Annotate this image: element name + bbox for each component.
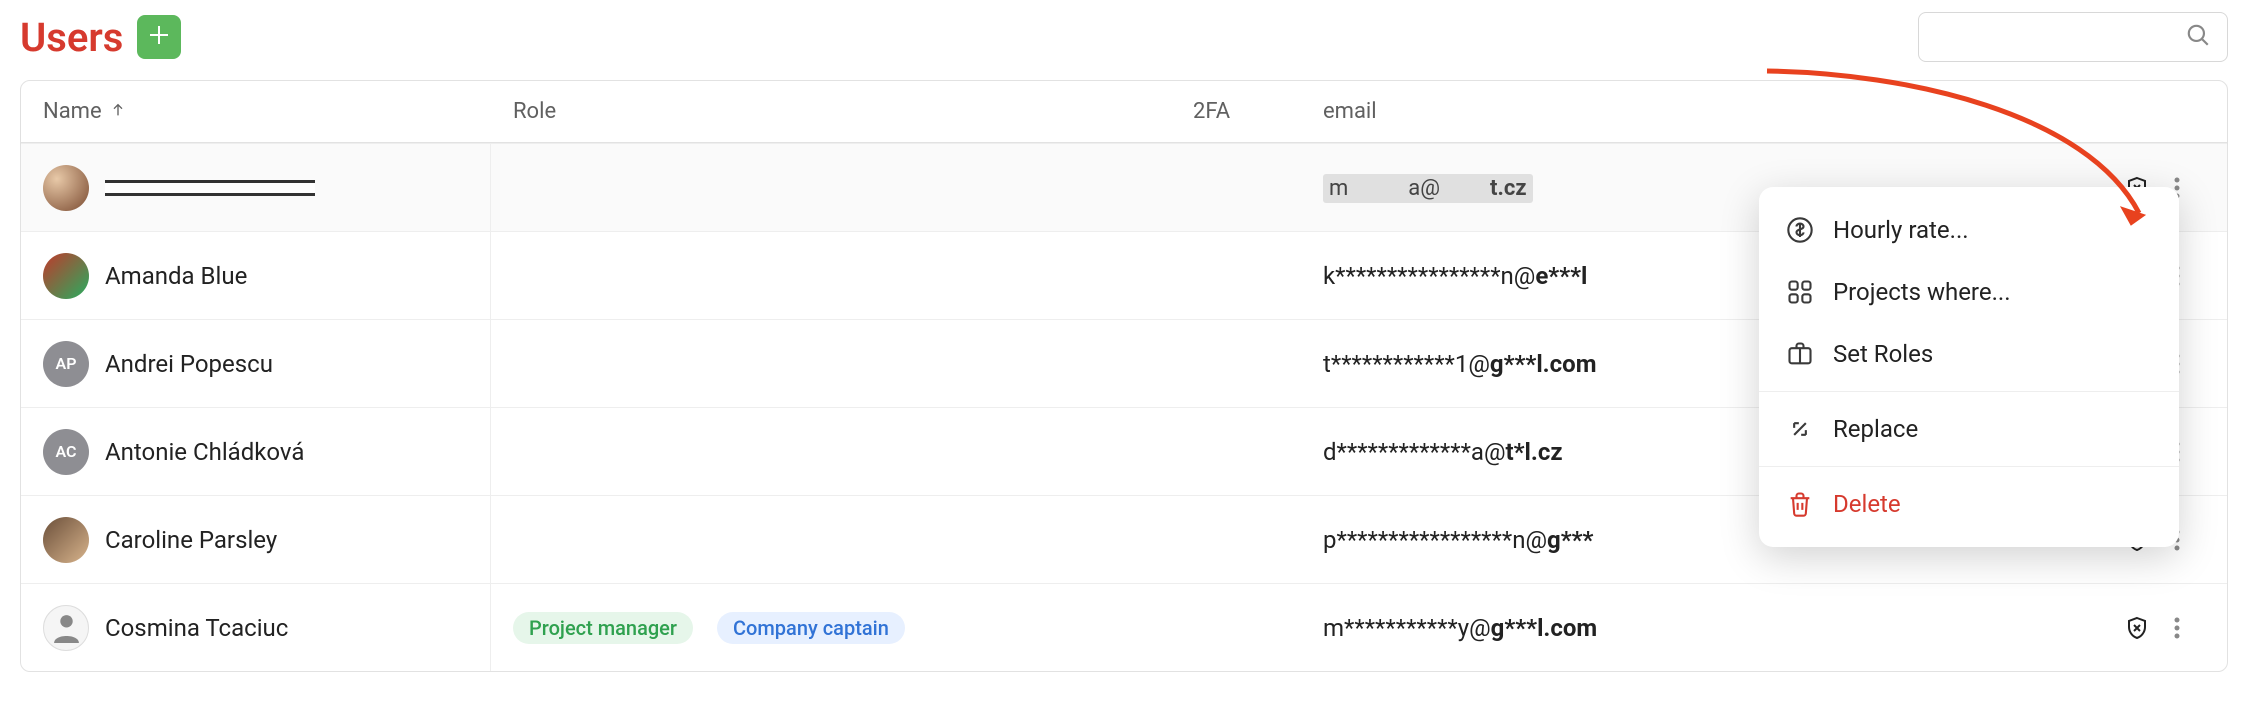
column-email[interactable]: email: [1301, 99, 2221, 124]
column-2fa-label: 2FA: [1193, 99, 1230, 124]
menu-divider: [1759, 466, 2179, 467]
cell-role: Project manager Company captain: [491, 612, 1171, 644]
sort-asc-icon: [110, 99, 126, 124]
row-context-menu: Hourly rate... Projects where... Set Rol…: [1759, 187, 2179, 547]
plus-icon: [147, 23, 171, 51]
redacted-name: [105, 180, 315, 196]
avatar: AC: [43, 429, 89, 475]
menu-projects-where-label: Projects where...: [1833, 278, 2011, 306]
menu-divider: [1759, 391, 2179, 392]
cell-name: Amanda Blue: [21, 232, 491, 319]
trash-icon: [1785, 489, 1815, 519]
page-title: Users: [20, 14, 123, 61]
search-icon: [2185, 22, 2211, 52]
avatar: AP: [43, 341, 89, 387]
add-user-button[interactable]: [137, 15, 181, 59]
role-pill: Project manager: [513, 612, 693, 644]
menu-replace-label: Replace: [1833, 415, 1918, 443]
user-name: Amanda Blue: [105, 262, 247, 290]
search-box[interactable]: [1918, 12, 2228, 62]
grid-icon: [1785, 277, 1815, 307]
menu-hourly-rate-label: Hourly rate...: [1833, 216, 1969, 244]
briefcase-icon: [1785, 339, 1815, 369]
menu-set-roles-label: Set Roles: [1833, 340, 1933, 368]
cell-name: [21, 144, 491, 231]
user-name: Andrei Popescu: [105, 350, 273, 378]
menu-set-roles[interactable]: Set Roles: [1759, 323, 2179, 385]
menu-replace[interactable]: Replace: [1759, 398, 2179, 460]
avatar: [43, 605, 89, 651]
menu-delete[interactable]: Delete: [1759, 473, 2179, 535]
row-actions-button[interactable]: [2159, 610, 2195, 646]
avatar: [43, 253, 89, 299]
menu-delete-label: Delete: [1833, 490, 1901, 518]
swap-icon: [1785, 414, 1815, 444]
column-name-label: Name: [43, 99, 102, 124]
avatar: [43, 517, 89, 563]
users-table: Name Role 2FA email ma@t.czAmanda Bluek*…: [20, 80, 2228, 672]
user-name: Cosmina Tcaciuc: [105, 614, 288, 642]
avatar: [43, 165, 89, 211]
table-row[interactable]: Cosmina Tcaciuc Project manager Company ca…: [21, 583, 2227, 671]
shield-x-icon: [2125, 616, 2149, 640]
column-role[interactable]: Role: [491, 99, 1171, 124]
cell-name: Caroline Parsley: [21, 496, 491, 583]
column-name[interactable]: Name: [21, 99, 491, 124]
dollar-circle-icon: [1785, 215, 1815, 245]
role-pill: Company captain: [717, 612, 905, 644]
cell-name: AP Andrei Popescu: [21, 320, 491, 407]
menu-hourly-rate[interactable]: Hourly rate...: [1759, 199, 2179, 261]
column-2fa[interactable]: 2FA: [1171, 99, 1301, 124]
cell-email: m***********y@g***l.com: [1301, 610, 2221, 646]
table-header: Name Role 2FA email: [21, 81, 2227, 143]
search-input[interactable]: [1920, 26, 2185, 49]
menu-projects-where[interactable]: Projects where...: [1759, 261, 2179, 323]
column-email-label: email: [1323, 99, 1377, 124]
cell-name: AC Antonie Chládková: [21, 408, 491, 495]
user-name: Antonie Chládková: [105, 438, 304, 466]
column-role-label: Role: [513, 99, 556, 124]
redacted-email: ma@t.cz: [1323, 174, 1533, 203]
cell-name: Cosmina Tcaciuc: [21, 584, 491, 671]
email-text: m***********y@g***l.com: [1323, 614, 2115, 642]
user-name: Caroline Parsley: [105, 526, 277, 554]
